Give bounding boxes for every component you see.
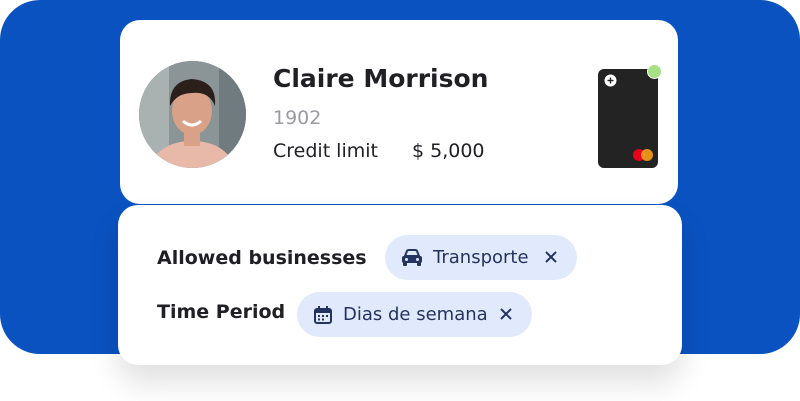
transporte-chip[interactable]: Transporte (385, 235, 577, 280)
time-period-label: Time Period (157, 301, 286, 323)
close-icon[interactable] (541, 247, 561, 267)
plus-circle-icon (604, 74, 617, 87)
credit-limit-label: Credit limit (273, 140, 378, 162)
credit-limit-value: $ 5,000 (412, 140, 485, 162)
user-name: Claire Morrison (273, 64, 489, 93)
transporte-chip-label: Transporte (433, 247, 529, 268)
status-dot (647, 64, 662, 79)
car-icon (401, 248, 423, 267)
allowed-businesses-label: Allowed businesses (157, 247, 367, 269)
calendar-icon (313, 305, 333, 325)
restrictions-card (118, 205, 682, 365)
mastercard-icon (633, 149, 653, 161)
close-icon[interactable] (496, 304, 516, 324)
user-id: 1902 (273, 107, 322, 129)
dias-de-semana-chip-label: Dias de semana (343, 304, 488, 325)
avatar (139, 61, 246, 168)
dias-de-semana-chip[interactable]: Dias de semana (297, 292, 532, 337)
